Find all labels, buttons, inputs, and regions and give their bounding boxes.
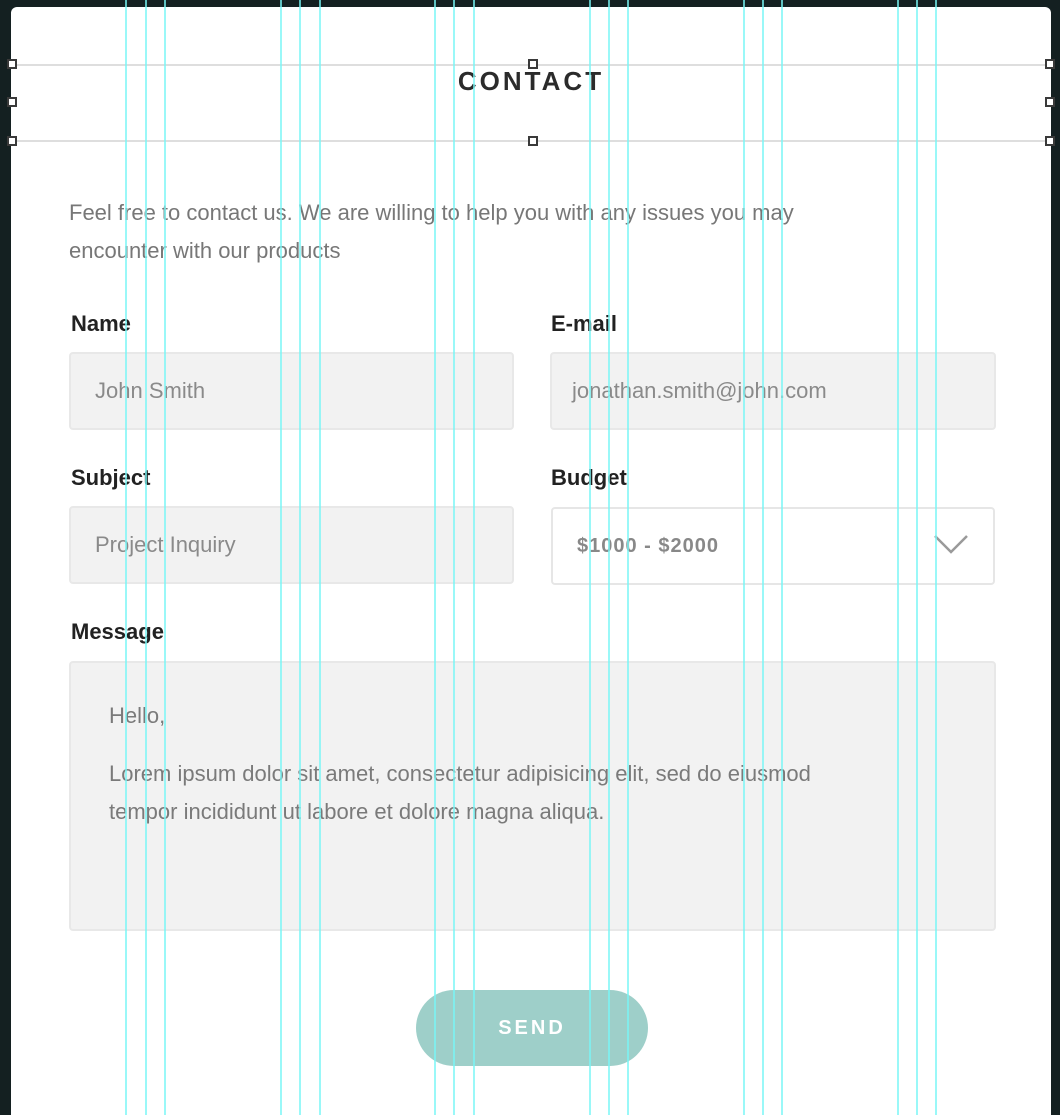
intro-line-2: encounter with our products (69, 238, 341, 263)
budget-label: Budget (551, 465, 627, 490)
page-title: CONTACT (457, 66, 605, 96)
budget-select[interactable]: $1000 - $2000 (551, 507, 995, 585)
subject-label: Subject (71, 465, 151, 490)
email-input[interactable]: jonathan.smith@john.com (550, 352, 996, 430)
budget-selected-value: $1000 - $2000 (577, 535, 720, 557)
name-label: Name (71, 311, 131, 336)
chevron-down-icon[interactable] (933, 533, 969, 555)
message-body-line-2: tempor incididunt ut labore et dolore ma… (109, 799, 605, 824)
message-greeting: Hello, (109, 703, 166, 728)
email-label: E-mail (551, 311, 618, 336)
message-label: Message (71, 619, 164, 644)
intro-text: Feel free to contact us. We are willing … (69, 194, 929, 270)
send-button[interactable]: SEND (416, 990, 648, 1066)
message-textarea[interactable]: Hello, Lorem ipsum dolor sit amet, conse… (69, 661, 996, 931)
intro-line-1: Feel free to contact us. We are willing … (69, 200, 794, 225)
message-body-line-1: Lorem ipsum dolor sit amet, consectetur … (109, 761, 811, 786)
header-divider-bottom (11, 140, 1051, 142)
subject-input[interactable]: Project Inquiry (69, 506, 514, 584)
contact-artboard: CONTACT Feel free to contact us. We are … (11, 7, 1051, 1115)
contact-header[interactable]: CONTACT (11, 64, 1051, 142)
name-input[interactable]: John Smith (69, 352, 514, 430)
